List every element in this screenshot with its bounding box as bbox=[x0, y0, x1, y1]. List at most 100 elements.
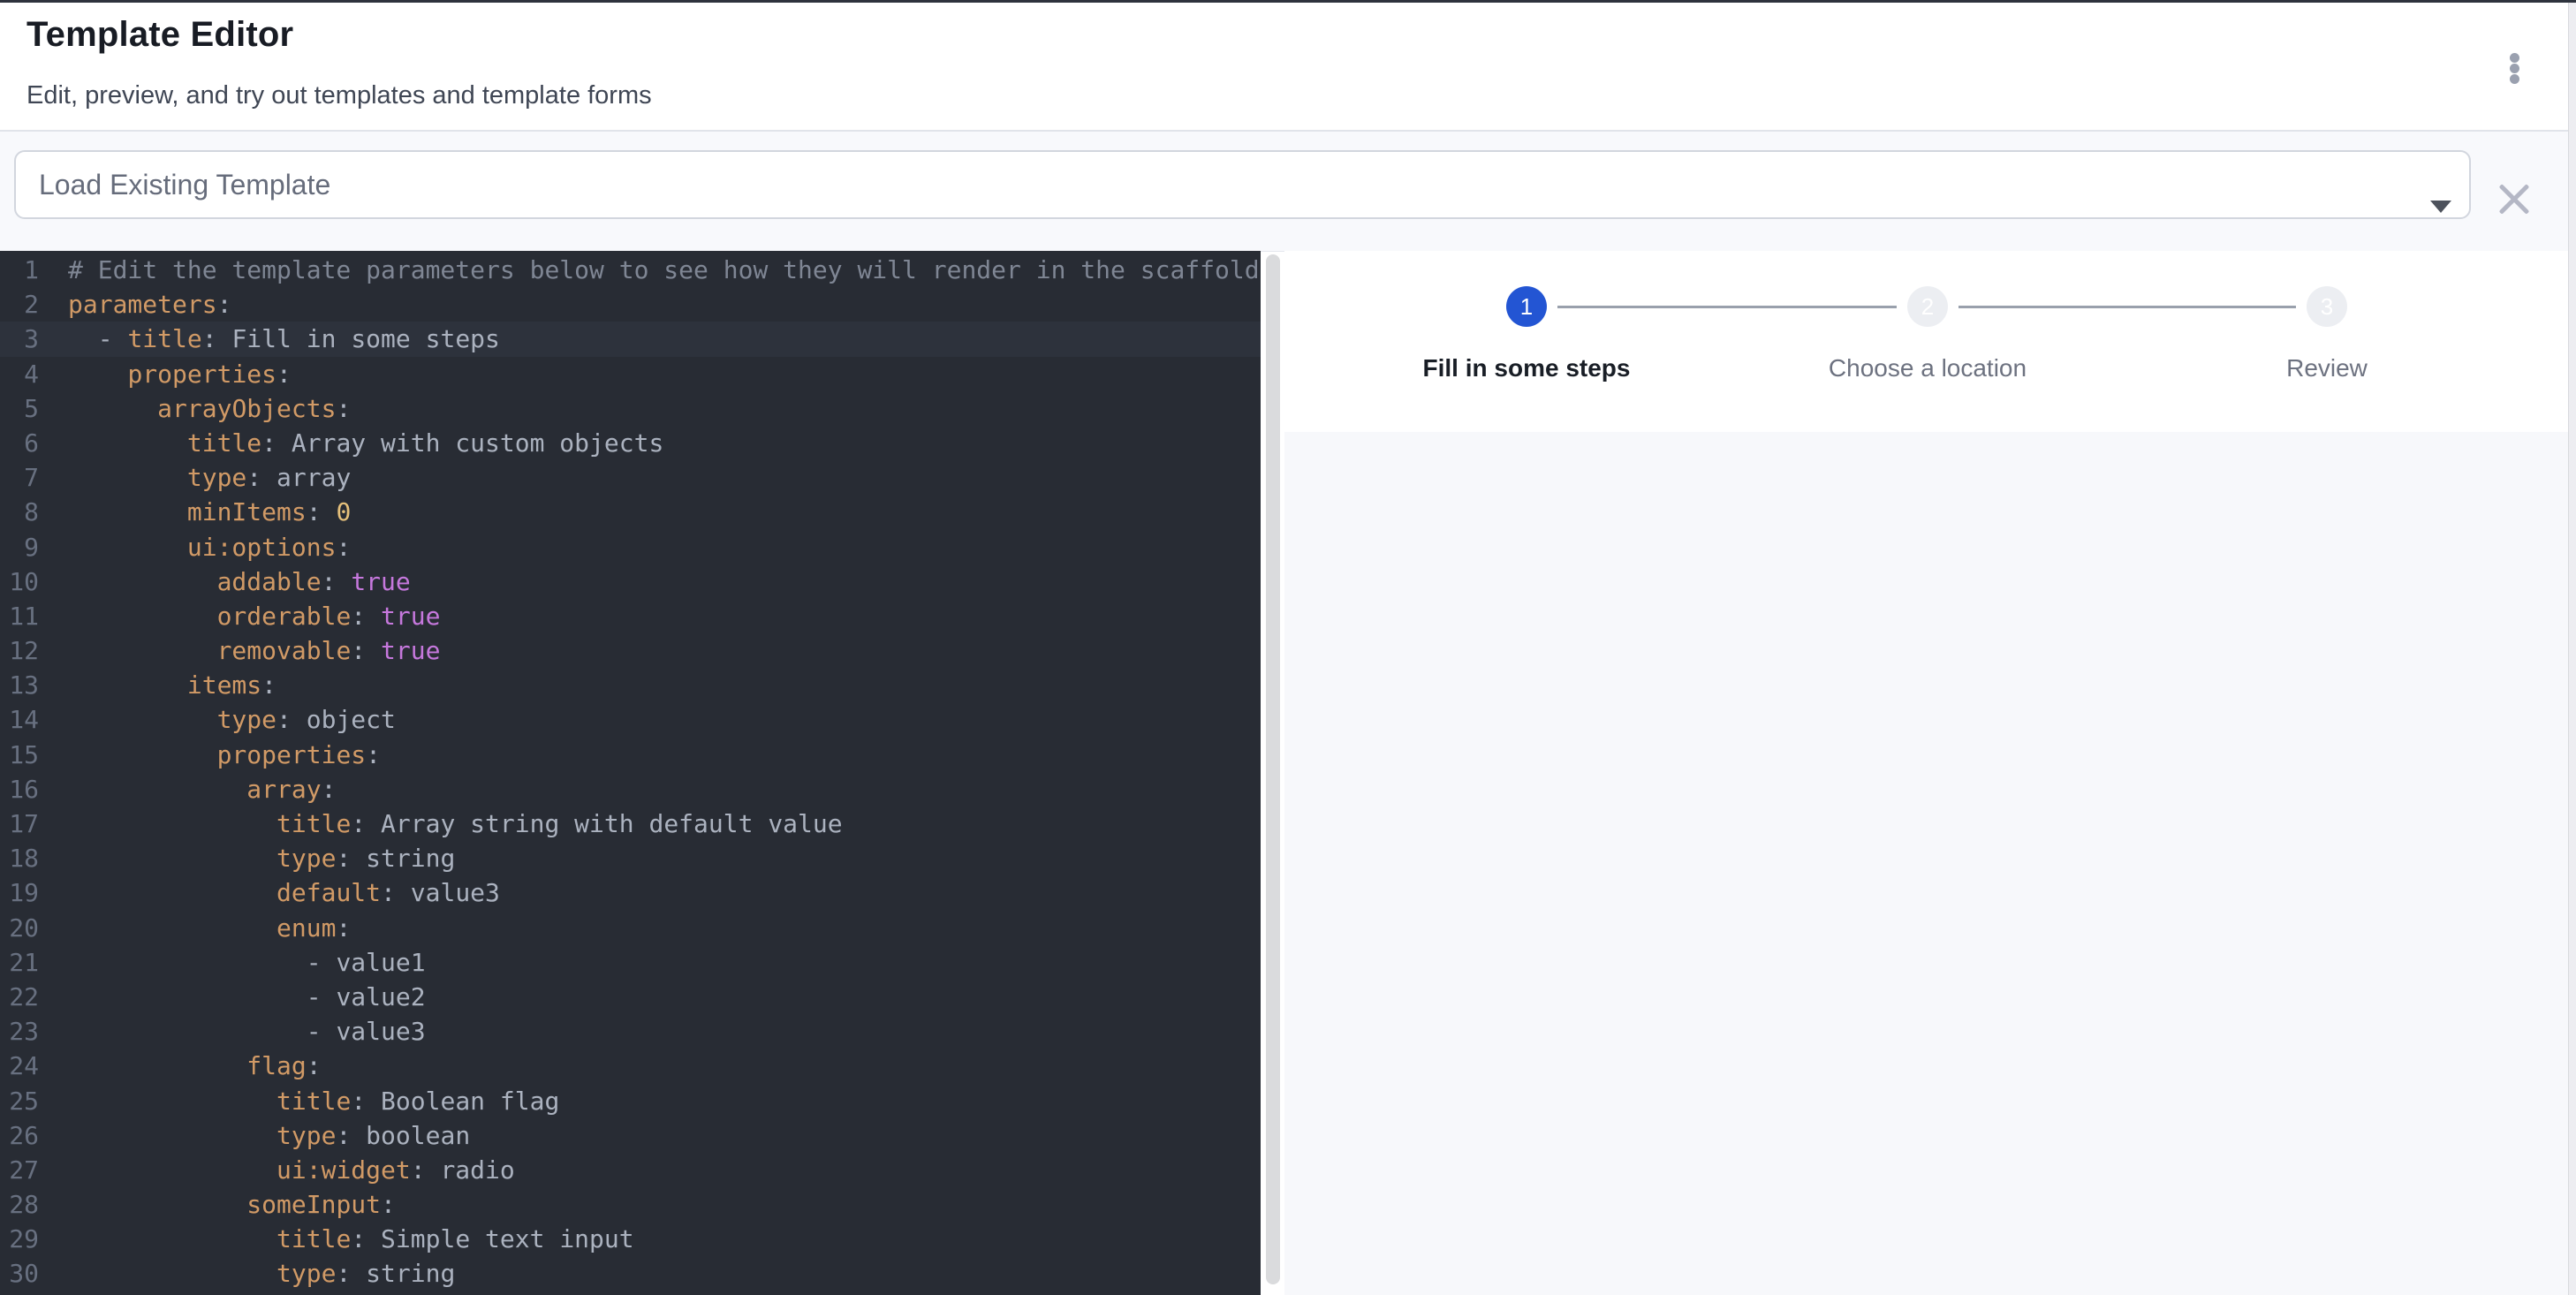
code-token: type bbox=[277, 1121, 336, 1150]
code-token: : bbox=[322, 567, 352, 596]
code-line[interactable]: 5 arrayObjects: bbox=[0, 391, 1261, 426]
line-number: 18 bbox=[0, 841, 39, 875]
code-line[interactable]: 12 removable: true bbox=[0, 633, 1261, 668]
code-token: : bbox=[351, 1087, 381, 1116]
code-token: : bbox=[336, 1259, 366, 1288]
code-line[interactable]: 18 type: string bbox=[0, 841, 1261, 875]
code-line[interactable]: 23 - value3 bbox=[0, 1014, 1261, 1049]
code-line[interactable]: 25 title: Boolean flag bbox=[0, 1084, 1261, 1118]
code-line[interactable]: 29 title: Simple text input bbox=[0, 1222, 1261, 1256]
code-token: # Edit the template parameters below to … bbox=[68, 255, 1260, 284]
code-line[interactable]: 3 - title: Fill in some steps bbox=[0, 322, 1261, 356]
template-selector-row: Load Existing Template bbox=[0, 132, 2576, 252]
clear-selection-button[interactable] bbox=[2483, 168, 2545, 230]
kebab-dot bbox=[2510, 53, 2519, 63]
code-token: object bbox=[307, 705, 396, 734]
load-select-placeholder: Load Existing Template bbox=[39, 169, 330, 201]
code-line[interactable]: 8 minItems: 0 bbox=[0, 495, 1261, 529]
code-line[interactable]: 26 type: boolean bbox=[0, 1118, 1261, 1153]
load-existing-template-select[interactable]: Load Existing Template bbox=[14, 150, 2471, 219]
code-token: true bbox=[381, 636, 440, 665]
code-token: value1 bbox=[336, 948, 425, 977]
line-number: 24 bbox=[0, 1049, 39, 1083]
code-line[interactable]: 9 ui:options: bbox=[0, 530, 1261, 564]
line-number: 3 bbox=[0, 322, 39, 356]
code-token: Fill in some steps bbox=[231, 324, 499, 353]
code-token: - bbox=[68, 1017, 336, 1046]
code-line[interactable]: 28 someInput: bbox=[0, 1187, 1261, 1222]
code-line[interactable]: 15 properties: bbox=[0, 738, 1261, 772]
line-number: 23 bbox=[0, 1014, 39, 1049]
code-token: Array with custom objects bbox=[292, 428, 663, 458]
code-token: type bbox=[217, 705, 277, 734]
code-token bbox=[68, 428, 187, 458]
line-number: 21 bbox=[0, 945, 39, 980]
code-token bbox=[68, 913, 277, 943]
step-connector-line bbox=[1557, 306, 1897, 308]
code-line[interactable]: 4 properties: bbox=[0, 357, 1261, 391]
code-line[interactable]: 21 - value1 bbox=[0, 945, 1261, 980]
line-number: 13 bbox=[0, 668, 39, 702]
code-line[interactable]: 16 array: bbox=[0, 772, 1261, 807]
code-token: - bbox=[68, 948, 336, 977]
code-token: array bbox=[246, 775, 321, 804]
code-token: : bbox=[307, 497, 337, 526]
code-line[interactable]: 22 - value2 bbox=[0, 980, 1261, 1014]
code-token bbox=[68, 602, 217, 631]
code-token: : bbox=[351, 602, 381, 631]
editor-scrollbar-thumb[interactable] bbox=[1266, 254, 1280, 1284]
form-preview-area: Array with custom objects Array with cus… bbox=[1284, 432, 2568, 1295]
code-token: : bbox=[351, 1224, 381, 1253]
code-token: : bbox=[307, 1051, 322, 1080]
code-token: Boolean flag bbox=[381, 1087, 559, 1116]
code-token: : bbox=[336, 394, 351, 423]
code-token bbox=[68, 497, 187, 526]
code-token: value2 bbox=[336, 982, 425, 1011]
code-line[interactable]: 14 type: object bbox=[0, 702, 1261, 737]
page-subtitle: Edit, preview, and try out templates and… bbox=[27, 81, 652, 110]
code-token: : bbox=[351, 809, 381, 838]
line-number: 22 bbox=[0, 980, 39, 1014]
line-number: 19 bbox=[0, 875, 39, 910]
code-line[interactable]: 13 items: bbox=[0, 668, 1261, 702]
code-line[interactable]: 7 type: array bbox=[0, 460, 1261, 495]
code-token bbox=[68, 670, 187, 700]
code-line[interactable]: 11 orderable: true bbox=[0, 599, 1261, 633]
code-token: minItems bbox=[187, 497, 307, 526]
code-token: : bbox=[336, 533, 351, 562]
line-number: 26 bbox=[0, 1118, 39, 1153]
code-line[interactable]: 17 title: Array string with default valu… bbox=[0, 807, 1261, 841]
line-number: 1 bbox=[0, 253, 39, 287]
code-token bbox=[68, 1155, 277, 1185]
code-token: string bbox=[366, 844, 455, 873]
step-circle-3: 3 bbox=[2307, 286, 2347, 327]
code-line[interactable]: 27 ui:widget: radio bbox=[0, 1153, 1261, 1187]
code-token: arrayObjects bbox=[157, 394, 336, 423]
code-line[interactable]: 30 type: string bbox=[0, 1256, 1261, 1291]
code-token bbox=[68, 567, 217, 596]
code-token: title bbox=[127, 324, 201, 353]
code-line[interactable]: 6 title: Array with custom objects bbox=[0, 426, 1261, 460]
line-number: 11 bbox=[0, 599, 39, 633]
code-token: : bbox=[261, 670, 277, 700]
code-line[interactable]: 20 enum: bbox=[0, 911, 1261, 945]
more-options-kebab-icon[interactable] bbox=[2502, 47, 2527, 89]
code-token bbox=[68, 533, 187, 562]
code-token bbox=[68, 705, 217, 734]
code-token: : bbox=[202, 324, 232, 353]
code-line[interactable]: 10 addable: true bbox=[0, 564, 1261, 599]
code-line[interactable]: 2parameters: bbox=[0, 287, 1261, 322]
line-number: 5 bbox=[0, 391, 39, 426]
yaml-code-editor[interactable]: 1 # Edit the template parameters below to… bbox=[0, 251, 1261, 1295]
code-line[interactable]: 24 flag: bbox=[0, 1049, 1261, 1083]
code-token bbox=[68, 1259, 277, 1288]
code-line[interactable]: 19 default: value3 bbox=[0, 875, 1261, 910]
line-number: 25 bbox=[0, 1084, 39, 1118]
code-token: flag bbox=[246, 1051, 306, 1080]
code-line[interactable]: 1 # Edit the template parameters below to… bbox=[0, 253, 1261, 287]
code-token: addable bbox=[217, 567, 322, 596]
code-token: ui:options bbox=[187, 533, 337, 562]
code-token: - bbox=[68, 324, 127, 353]
code-token bbox=[68, 844, 277, 873]
page-scrollbar-track[interactable] bbox=[2568, 3, 2576, 1295]
